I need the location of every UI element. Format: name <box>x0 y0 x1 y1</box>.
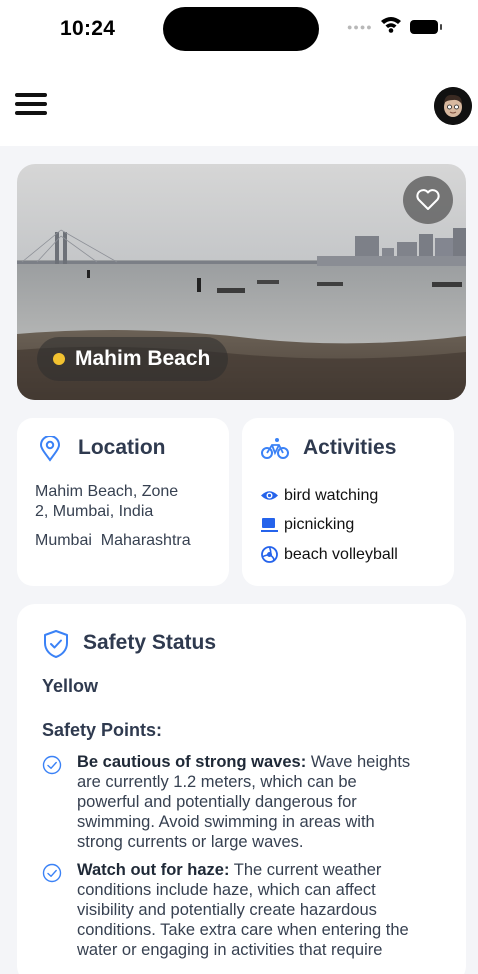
activity-label: beach volleyball <box>284 545 398 563</box>
activities-title: Activities <box>303 436 397 459</box>
location-title: Location <box>78 436 166 459</box>
check-circle-icon <box>42 863 62 883</box>
hamburger-menu-icon[interactable] <box>15 93 47 115</box>
safety-point-heading: Watch out for haze: <box>77 861 230 879</box>
list-item: beach volleyball <box>260 540 450 570</box>
location-card: Location Mahim Beach, Zone 2, Mumbai, In… <box>17 418 229 586</box>
status-time: 10:24 <box>60 17 116 40</box>
map-pin-icon <box>39 436 61 462</box>
beach-hero-image[interactable]: Mahim Beach <box>17 164 466 400</box>
activities-list: bird watching picnicking beach volleybal… <box>260 481 450 570</box>
favorite-heart-icon[interactable] <box>403 176 453 224</box>
safety-title: Safety Status <box>83 631 217 654</box>
app-header <box>0 58 478 146</box>
address-line-1: Mahim Beach, Zone <box>35 483 179 500</box>
safety-point-line: The current weather <box>233 861 382 879</box>
check-circle-icon <box>42 755 62 775</box>
cup-icon <box>260 516 279 535</box>
list-item: picnicking <box>260 511 450 541</box>
heart-icon <box>416 189 440 210</box>
activities-card: Activities bird watching picnicking beac… <box>242 418 454 586</box>
safety-point-line: swimming. Avoid swimming in areas with <box>77 813 375 831</box>
activity-label: picnicking <box>284 516 355 534</box>
safety-level: Yellow <box>42 676 99 696</box>
safety-point-line: conditions. Take extra care when enterin… <box>77 921 409 939</box>
volleyball-icon <box>260 545 279 564</box>
avatar[interactable] <box>434 87 472 125</box>
safety-point-line: powerful and potentially dangerous for <box>77 793 357 811</box>
eye-icon <box>260 486 279 505</box>
wifi-icon <box>381 17 401 33</box>
city: Mumbai <box>35 532 92 549</box>
safety-point-line: strong currents or large waves. <box>77 833 304 851</box>
state: Maharashtra <box>100 532 191 549</box>
city-state: Mumbai Maharashtra <box>35 531 191 551</box>
cellular-signal-icon: ●●●● <box>347 22 373 32</box>
shield-check-icon <box>44 630 68 658</box>
battery-icon <box>410 20 438 34</box>
safety-point-line: conditions include haze, which can affec… <box>77 881 376 899</box>
dynamic-island <box>163 7 319 51</box>
activity-label: bird watching <box>284 486 379 504</box>
avatar-face-icon <box>434 87 472 125</box>
address-line-2: 2, Mumbai, India <box>35 503 154 520</box>
safety-point-heading: Be cautious of strong waves: <box>77 753 307 771</box>
safety-point-text: Watch out for haze: The current weather … <box>77 860 442 960</box>
bicycle-icon <box>261 438 289 459</box>
safety-point-line: visibility and potentially create hazard… <box>77 901 377 919</box>
battery-tip <box>440 24 442 30</box>
beach-name: Mahim Beach <box>75 347 211 370</box>
safety-point-line: Wave heights <box>310 753 411 771</box>
status-dot <box>53 353 65 365</box>
safety-point-text: Be cautious of strong waves: Wave height… <box>77 752 442 852</box>
beach-name-badge: Mahim Beach <box>37 337 229 381</box>
safety-points-title: Safety Points: <box>42 720 163 740</box>
status-bar: 10:24 ●●●● <box>0 0 478 58</box>
safety-status-card: Safety Status Yellow Safety Points: Be c… <box>17 604 466 974</box>
safety-point-line: water or engaging in activities that req… <box>77 941 383 959</box>
list-item: bird watching <box>260 481 450 511</box>
safety-point-line: are currently 1.2 meters, which can be <box>77 773 357 791</box>
